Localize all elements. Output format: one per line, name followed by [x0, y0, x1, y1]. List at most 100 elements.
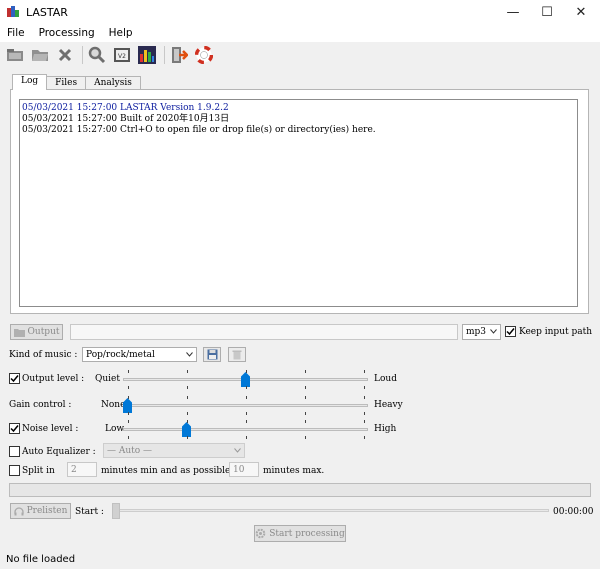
start-label: Start : [75, 507, 104, 517]
gain-control-label: Gain control : [9, 400, 72, 410]
toolbar-separator [164, 46, 165, 64]
slider-tick [128, 386, 129, 389]
remove-button[interactable] [54, 44, 76, 66]
auto-equalizer-select[interactable]: — Auto — [103, 443, 245, 458]
slider-tick [364, 412, 365, 415]
prelisten-button[interactable]: Prelisten [10, 503, 71, 519]
tag-icon: V2 [114, 48, 130, 62]
menu-processing[interactable]: Processing [32, 27, 102, 39]
checkmark-icon [506, 328, 515, 336]
auto-equalizer-value: — Auto — [107, 445, 153, 456]
slider-track [123, 404, 368, 407]
slider-tick [364, 396, 365, 399]
checkmark-icon [10, 375, 19, 383]
split-label: Split in [22, 466, 55, 476]
search-button[interactable] [86, 44, 108, 66]
slider-tick [246, 412, 247, 415]
slider-tick [305, 396, 306, 399]
slider-tick [246, 386, 247, 389]
slider-tick [128, 420, 129, 423]
chevron-down-icon [490, 327, 497, 337]
noise-level-slider[interactable] [123, 419, 368, 439]
gear-icon [255, 528, 266, 539]
slider-tick [187, 436, 188, 439]
slider-tick [128, 370, 129, 373]
prelisten-position-slider[interactable] [112, 503, 549, 519]
slider-tick [187, 370, 188, 373]
app-logo-icon [7, 6, 19, 17]
open-file-button[interactable] [4, 44, 26, 66]
exit-button[interactable] [168, 44, 190, 66]
svg-text:V2: V2 [118, 53, 126, 60]
start-processing-button[interactable]: Start processing [254, 525, 346, 542]
tab-files[interactable]: Files [46, 76, 87, 90]
slider-thumb[interactable] [182, 422, 191, 437]
tab-strip: Log Files Analysis [12, 74, 141, 90]
menu-file[interactable]: File [0, 27, 32, 39]
noise-level-checkbox[interactable] [9, 423, 20, 434]
slider-tick [187, 396, 188, 399]
output-button-label: Output [27, 327, 60, 337]
split-end-label: minutes max. [263, 466, 325, 476]
auto-equalizer-checkbox[interactable] [9, 446, 20, 457]
slider-thumb[interactable] [112, 503, 120, 519]
keep-input-path-label: Keep input path [519, 327, 593, 337]
search-icon [88, 46, 106, 64]
slider-tick [305, 412, 306, 415]
gain-control-max-label: Heavy [374, 400, 403, 410]
prelisten-button-label: Prelisten [26, 506, 68, 516]
noise-level-max-label: High [374, 424, 397, 434]
folder-icon [13, 328, 25, 337]
output-level-min-label: Quiet [95, 374, 120, 384]
checkmark-icon [10, 425, 19, 433]
log-textbox[interactable]: 05/03/2021 15:27:00 LASTAR Version 1.9.2… [19, 99, 578, 307]
slider-tick [187, 420, 188, 423]
minimize-button[interactable]: — [497, 0, 529, 24]
title-bar: LASTAR — ☐ ✕ [0, 0, 600, 24]
equalizer-button[interactable] [136, 44, 158, 66]
delete-icon [232, 350, 242, 360]
menu-help[interactable]: Help [102, 27, 140, 39]
delete-preset-button[interactable] [228, 347, 246, 362]
slider-tick [246, 396, 247, 399]
menu-bar: File Processing Help [0, 24, 600, 42]
slider-tick [305, 420, 306, 423]
slider-thumb[interactable] [123, 398, 132, 413]
progress-bar [9, 483, 591, 497]
split-checkbox[interactable] [9, 465, 20, 476]
slider-tick [187, 386, 188, 389]
split-middle-label: minutes min and as possible [101, 466, 231, 476]
noise-level-label: Noise level : [22, 424, 79, 434]
slider-tick [246, 436, 247, 439]
slider-tick [305, 370, 306, 373]
status-text: No file loaded [6, 554, 76, 565]
equalizer-icon [138, 46, 156, 64]
keep-input-path-checkbox[interactable] [505, 326, 516, 337]
slider-tick [246, 420, 247, 423]
split-min-input[interactable]: 2 [67, 462, 97, 477]
slider-tick [128, 412, 129, 415]
save-preset-button[interactable] [203, 347, 221, 362]
log-line: 05/03/2021 15:27:00 LASTAR Version 1.9.2… [22, 103, 229, 113]
kind-of-music-select[interactable]: Pop/rock/metal [82, 347, 197, 362]
slider-thumb[interactable] [241, 372, 250, 387]
prelisten-time: 00:00:00 [553, 507, 594, 517]
output-format-select[interactable]: mp3 [462, 324, 501, 340]
output-path-field[interactable] [70, 324, 458, 340]
tag-button[interactable]: V2 [111, 44, 133, 66]
close-button[interactable]: ✕ [565, 0, 597, 24]
tab-analysis[interactable]: Analysis [85, 76, 141, 90]
split-max-input[interactable]: 10 [229, 462, 259, 477]
open-file-icon [7, 49, 23, 61]
open-folder-button[interactable] [29, 44, 51, 66]
help-button[interactable] [193, 44, 215, 66]
output-level-slider[interactable] [123, 369, 368, 389]
maximize-button[interactable]: ☐ [531, 0, 563, 24]
chevron-down-icon [234, 446, 241, 456]
output-level-checkbox[interactable] [9, 373, 20, 384]
output-button[interactable]: Output [10, 324, 63, 340]
tab-log[interactable]: Log [12, 74, 48, 90]
help-icon [195, 46, 213, 64]
slider-tick [246, 370, 247, 373]
gain-control-slider[interactable] [123, 395, 368, 415]
